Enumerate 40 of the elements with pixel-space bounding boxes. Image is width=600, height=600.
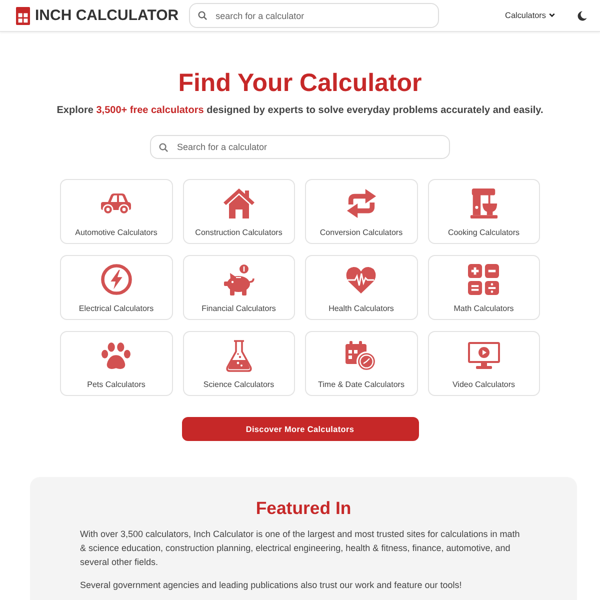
- featured-title: Featured In: [254, 497, 352, 519]
- search-icon: [159, 142, 168, 152]
- page-title: Find Your Calculator: [178, 68, 422, 98]
- logo-link[interactable]: INCH CALCULATOR: [16, 6, 179, 24]
- monitor-play-icon: [468, 342, 500, 370]
- category-card[interactable]: Financial Calculators: [182, 255, 295, 320]
- category-card[interactable]: Math Calculators: [428, 255, 540, 320]
- calendar-clock-icon: [345, 340, 378, 372]
- hero-subtitle: Explore 3,500+ free calculators designed by experts to solve everyday problems accurately and easily.: [56, 104, 544, 118]
- calculators-link[interactable]: 3,500+ free calculators: [96, 105, 204, 116]
- moon-icon[interactable]: [577, 10, 587, 20]
- calculator-icon: [16, 6, 30, 24]
- category-card[interactable]: Electrical Calculators: [60, 255, 172, 320]
- discover-more-button[interactable]: Discover More Calculators: [182, 417, 418, 441]
- category-card[interactable]: Science Calculators: [182, 331, 295, 396]
- category-card[interactable]: Cooking Calculators: [428, 179, 540, 244]
- featured-paragraph: With over 3,500 calculators, Inch Calculator is one of the largest and most trusted sites for calculations in math & science education, construction planning, electrical engineering, health & fitness, finance, automotive, and several other fields.: [80, 528, 521, 569]
- heart-pulse-icon: [345, 266, 378, 294]
- category-card[interactable]: Construction Calculators: [182, 179, 295, 244]
- house-icon: [222, 188, 255, 219]
- category-card[interactable]: Health Calculators: [305, 255, 418, 320]
- featured-paragraph: Several government agencies and leading publications also trust our work and feature our tools!: [80, 579, 463, 592]
- swap-arrows-icon: [346, 188, 377, 219]
- category-card[interactable]: Conversion Calculators: [305, 179, 418, 244]
- search-field[interactable]: search for a calculator: [188, 3, 439, 28]
- lightning-bolt-icon: [100, 264, 132, 295]
- category-card[interactable]: Video Calculators: [428, 331, 540, 396]
- car-icon: [100, 192, 132, 214]
- stand-mixer-icon: [468, 188, 500, 219]
- category-card[interactable]: Automotive Calculators: [60, 179, 172, 244]
- flask-icon: [224, 340, 253, 372]
- math-operators-icon: [468, 264, 500, 295]
- category-card[interactable]: Pets Calculators: [60, 331, 172, 396]
- piggy-bank-icon: [222, 264, 255, 296]
- search-icon: [198, 11, 207, 20]
- category-card[interactable]: Time & Date Calculators: [305, 331, 418, 396]
- chevron-down-icon: [549, 13, 555, 18]
- calculators-menu[interactable]: Calculators: [505, 11, 555, 20]
- search-field[interactable]: Search for a calculator: [150, 135, 450, 159]
- paw-print-icon: [101, 342, 132, 370]
